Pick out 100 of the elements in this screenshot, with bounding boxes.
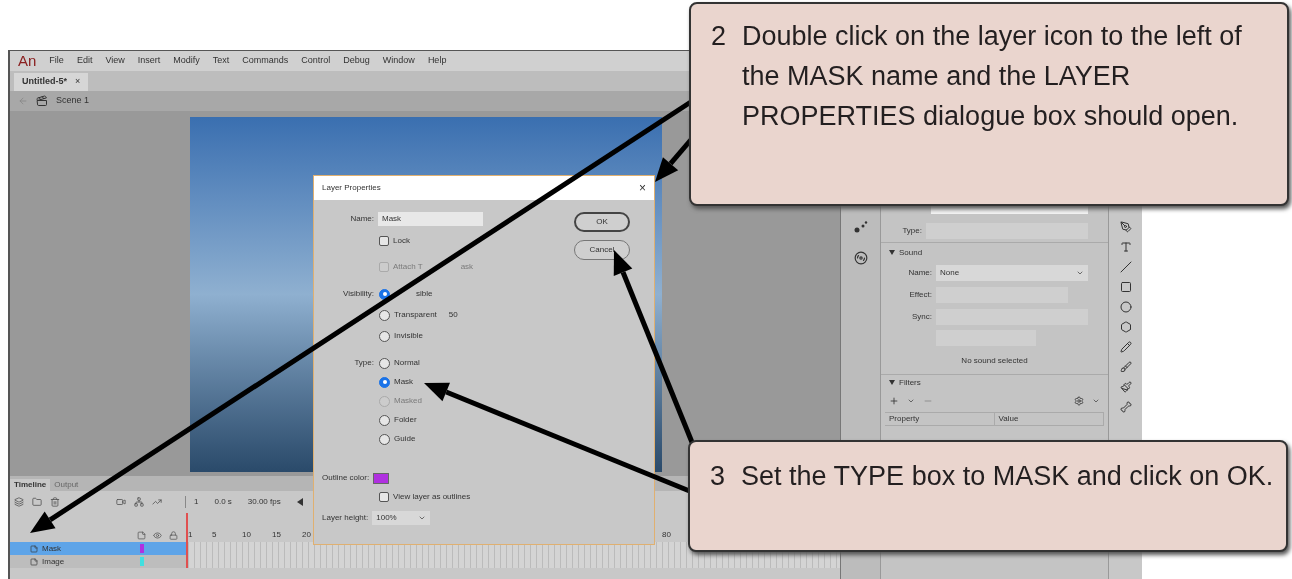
camera-icon[interactable] bbox=[116, 497, 126, 507]
column-header: Value bbox=[994, 413, 1104, 425]
step-back-icon[interactable] bbox=[296, 498, 303, 506]
menu-item[interactable]: Help bbox=[427, 54, 447, 68]
collapse-triangle-icon[interactable] bbox=[889, 250, 895, 255]
radio-button[interactable] bbox=[379, 309, 390, 321]
ruler-number: 15 bbox=[272, 529, 281, 541]
chevron-icon bbox=[1076, 269, 1084, 277]
radio-button[interactable] bbox=[379, 433, 390, 445]
close-tab-button[interactable]: × bbox=[75, 75, 81, 89]
folder-icon[interactable] bbox=[32, 497, 42, 507]
layer-name: Image bbox=[42, 555, 66, 568]
app-logo: An bbox=[18, 50, 37, 71]
color-swatch[interactable] bbox=[373, 472, 390, 484]
step-number: 2 bbox=[711, 20, 727, 53]
graph-icon[interactable] bbox=[152, 497, 162, 507]
chevron-icon[interactable] bbox=[1092, 397, 1100, 405]
ruler-number: 20 bbox=[302, 529, 311, 541]
checkbox[interactable] bbox=[379, 236, 389, 246]
elapsed-time: 0.0 s bbox=[214, 496, 232, 508]
lock-icon bbox=[169, 531, 178, 540]
chevron-icon[interactable] bbox=[907, 397, 915, 405]
tool-icon[interactable] bbox=[1119, 301, 1132, 313]
instruction-text: Set the TYPE box to MASK and click on OK. bbox=[741, 460, 1274, 493]
field-label: Name: bbox=[349, 213, 374, 225]
ruler-number: 1 bbox=[188, 529, 193, 541]
checkbox-label: Attach T bbox=[393, 261, 423, 273]
settings-icon[interactable] bbox=[1074, 396, 1084, 406]
radio-button[interactable] bbox=[379, 357, 390, 369]
add-filter-icon[interactable] bbox=[889, 396, 899, 406]
panel-tab[interactable]: Timeline bbox=[10, 479, 51, 491]
layer-icon[interactable] bbox=[30, 544, 38, 553]
transparency-value[interactable]: 50 bbox=[448, 309, 458, 321]
height-dropdown[interactable]: 100% bbox=[372, 511, 431, 525]
menu-item[interactable]: View bbox=[105, 54, 125, 68]
dialog-button[interactable]: OK bbox=[574, 212, 630, 232]
ruler-number: 80 bbox=[662, 529, 671, 541]
tool-icon[interactable] bbox=[1119, 241, 1132, 253]
column-header: Property bbox=[885, 413, 995, 425]
field-label: Visibility: bbox=[342, 288, 374, 300]
radio-label: Guide bbox=[394, 433, 416, 445]
radio-button[interactable] bbox=[379, 414, 390, 426]
radio-label: Invisible bbox=[394, 330, 423, 342]
radio-label: sible bbox=[416, 288, 433, 300]
instruction-text: Double click on the layer icon to the left of the MASK name and the LAYER PROPERTIES dialogue box should open. bbox=[742, 20, 1243, 133]
disc-icon bbox=[853, 251, 868, 265]
menu-item[interactable]: File bbox=[49, 54, 64, 68]
menu-item[interactable]: Edit bbox=[76, 54, 93, 68]
tool-icon[interactable] bbox=[1119, 221, 1132, 233]
ruler-number: 10 bbox=[242, 529, 251, 541]
new-layer-icon[interactable] bbox=[14, 497, 24, 507]
menu-item[interactable]: Commands bbox=[242, 54, 289, 68]
tool-icon[interactable] bbox=[1119, 381, 1132, 393]
tool-icon[interactable] bbox=[1119, 401, 1132, 413]
menu-item[interactable]: Text bbox=[212, 54, 230, 68]
menu-item[interactable]: Window bbox=[382, 54, 415, 68]
radio-label: Masked bbox=[394, 395, 422, 407]
dialog-title: Layer Properties bbox=[322, 182, 381, 194]
field-label: Sync: bbox=[911, 311, 933, 323]
checkbox-label: ask bbox=[460, 261, 474, 273]
layer-row[interactable]: Mask bbox=[10, 542, 186, 555]
layer-name: Mask bbox=[42, 542, 63, 555]
menu-item[interactable]: Debug bbox=[343, 54, 370, 68]
tool-icon[interactable] bbox=[1119, 261, 1132, 273]
tool-icon[interactable] bbox=[1119, 321, 1132, 333]
document-tab[interactable]: Untitled-5* × bbox=[14, 73, 89, 91]
radio-label: Mask bbox=[394, 376, 414, 388]
field-label: Outline color: bbox=[322, 472, 370, 484]
menu-item[interactable]: Control bbox=[301, 54, 331, 68]
name-field[interactable]: Mask bbox=[378, 212, 483, 226]
chevron-icon bbox=[418, 514, 427, 522]
field-label: Layer height: bbox=[322, 512, 369, 524]
radio-button[interactable] bbox=[379, 330, 390, 342]
trash-icon[interactable] bbox=[50, 497, 60, 507]
outline-icon bbox=[137, 531, 146, 540]
layer-icon[interactable] bbox=[30, 557, 38, 566]
checkbox[interactable] bbox=[379, 492, 389, 502]
layer-row[interactable]: Image bbox=[10, 555, 186, 568]
collapse-triangle-icon[interactable] bbox=[889, 380, 895, 385]
hierarchy-icon[interactable] bbox=[134, 497, 144, 507]
current-frame: 1 bbox=[194, 496, 199, 508]
radio-button[interactable] bbox=[379, 288, 390, 300]
menu-item[interactable]: Insert bbox=[137, 54, 161, 68]
clapperboard-icon bbox=[36, 95, 48, 107]
tool-icon[interactable] bbox=[1119, 341, 1132, 353]
menu-item[interactable]: Modify bbox=[173, 54, 200, 68]
section-header[interactable]: Sound bbox=[899, 246, 923, 259]
ruler-number: 5 bbox=[212, 529, 217, 541]
dialog-button[interactable]: Cancel bbox=[574, 240, 630, 260]
radio-label: Folder bbox=[394, 414, 417, 426]
sound-dropdown[interactable]: None bbox=[936, 265, 1088, 281]
field-label: Type: bbox=[901, 225, 923, 237]
frame-rate: 30.00 fps bbox=[247, 496, 281, 508]
tool-icon[interactable] bbox=[1119, 361, 1132, 373]
close-button[interactable]: × bbox=[639, 179, 646, 197]
tool-icon[interactable] bbox=[1119, 281, 1132, 293]
radio-button[interactable] bbox=[379, 376, 390, 388]
checkbox-label: Lock bbox=[393, 235, 410, 247]
section-header[interactable]: Filters bbox=[899, 376, 921, 389]
radio-label: Transparent bbox=[394, 309, 437, 321]
